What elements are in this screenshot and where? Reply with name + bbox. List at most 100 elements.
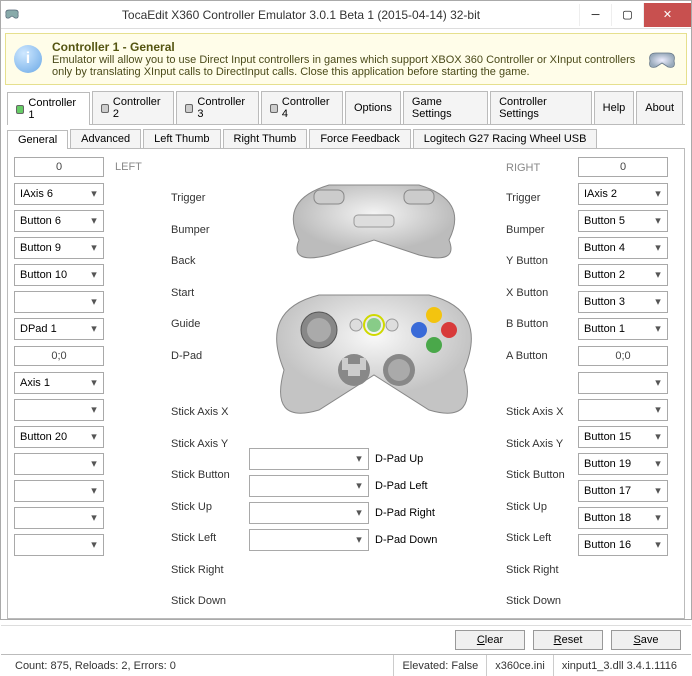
right-trigger-combo[interactable]: IAxis 2▾ [578,183,668,205]
window-title: TocaEdit X360 Controller Emulator 3.0.1 … [23,8,579,22]
sub-tabstrip: General Advanced Left Thumb Right Thumb … [7,129,685,149]
right-axisx-combo[interactable]: ▾ [578,372,668,394]
status-counts: Count: 875, Reloads: 2, Errors: 0 [7,655,393,676]
chevron-down-icon: ▾ [87,241,101,255]
chevron-down-icon: ▾ [87,538,101,552]
left-axisx-combo[interactable]: Axis 1▾ [14,372,104,394]
chevron-down-icon: ▾ [651,511,665,525]
right-labels: RIGHT Trigger Bumper Y Button X Button B… [506,155,576,612]
right-bumper-combo[interactable]: Button 5▾ [578,210,668,232]
reset-button[interactable]: Reset [533,630,603,650]
status-dot-icon [270,104,278,113]
tab-device[interactable]: Logitech G27 Racing Wheel USB [413,129,598,148]
left-header: LEFT [115,161,142,173]
status-dot-icon [101,104,109,113]
tab-controller-4[interactable]: Controller 4 [261,91,344,124]
status-dll: xinput1_3.dll 3.4.1.1116 [553,655,685,676]
chevron-down-icon: ▾ [651,187,665,201]
x-button-combo[interactable]: Button 2▾ [578,264,668,286]
controller-icon [646,47,678,71]
right-stickright-combo[interactable]: Button 18▾ [578,507,668,529]
tab-force-feedback[interactable]: Force Feedback [309,129,410,148]
left-stickleft-combo[interactable]: ▾ [14,480,104,502]
right-header: RIGHT [506,159,576,178]
tab-general[interactable]: General [7,130,68,149]
left-trigger-combo[interactable]: IAxis 6▾ [14,183,104,205]
right-stickdown-combo[interactable]: Button 16▾ [578,534,668,556]
chevron-down-icon: ▾ [352,479,366,493]
dpad-left-combo[interactable]: ▾ [249,475,369,497]
back-combo[interactable]: Button 9▾ [14,237,104,259]
label-sleft-l: Stick Left [171,527,241,548]
dpad-up-combo[interactable]: ▾ [249,448,369,470]
start-combo[interactable]: Button 10▾ [14,264,104,286]
chevron-down-icon: ▾ [651,268,665,282]
label-dpad: D-Pad [171,345,241,366]
app-icon [1,7,23,23]
chevron-down-icon: ▾ [651,295,665,309]
left-bumper-combo[interactable]: Button 6▾ [14,210,104,232]
chevron-down-icon: ▾ [87,187,101,201]
label-sbtn-l: Stick Button [171,465,241,486]
main-tabstrip: Controller 1 Controller 2 Controller 3 C… [7,91,685,125]
left-stickbtn-combo[interactable]: Button 20▾ [14,426,104,448]
chevron-down-icon: ▾ [87,484,101,498]
dpad-combo[interactable]: DPad 1▾ [14,318,104,340]
left-stickdown-combo[interactable]: ▾ [14,534,104,556]
label-trigger-r: Trigger [506,188,576,209]
chevron-down-icon: ▾ [87,376,101,390]
status-ini: x360ce.ini [486,655,553,676]
left-stickright-combo[interactable]: ▾ [14,507,104,529]
chevron-down-icon: ▾ [352,533,366,547]
maximize-button[interactable]: ▢ [611,4,643,26]
minimize-button[interactable]: ─ [579,4,611,26]
label-a-button: A Button [506,345,576,366]
chevron-down-icon: ▾ [352,506,366,520]
controller-front-view-icon [244,270,504,430]
label-axisx-r: Stick Axis X [506,402,576,423]
left-stickup-combo[interactable]: ▾ [14,453,104,475]
label-sleft-r: Stick Left [506,527,576,548]
label-x-button: X Button [506,282,576,303]
controller-diagram: ▾D-Pad Up ▾D-Pad Left ▾D-Pad Right ▾D-Pa… [243,155,504,612]
label-sbtn-r: Stick Button [506,465,576,486]
label-sdown-r: Stick Down [506,590,576,611]
chevron-down-icon: ▾ [651,322,665,336]
close-button[interactable]: ✕ [643,3,691,27]
a-button-combo[interactable]: Button 1▾ [578,318,668,340]
save-button[interactable]: Save [611,630,681,650]
right-stickbtn-combo[interactable]: Button 15▾ [578,426,668,448]
label-start: Start [171,282,241,303]
y-button-combo[interactable]: Button 4▾ [578,237,668,259]
left-axisy-combo[interactable]: ▾ [14,399,104,421]
tab-help[interactable]: Help [594,91,635,124]
chevron-down-icon: ▾ [651,457,665,471]
clear-button[interactable]: Clear [455,630,525,650]
label-sright-r: Stick Right [506,559,576,580]
dpad-mapping: ▾D-Pad Up ▾D-Pad Left ▾D-Pad Right ▾D-Pa… [243,447,504,551]
tab-about[interactable]: About [636,91,683,124]
chevron-down-icon: ▾ [87,511,101,525]
guide-combo[interactable]: ▾ [14,291,104,313]
tab-controller-settings[interactable]: Controller Settings [490,91,592,124]
tab-game-settings[interactable]: Game Settings [403,91,488,124]
right-axisy-combo[interactable]: ▾ [578,399,668,421]
right-stickleft-combo[interactable]: Button 17▾ [578,480,668,502]
chevron-down-icon: ▾ [87,403,101,417]
tab-controller-3[interactable]: Controller 3 [176,91,259,124]
dpad-right-combo[interactable]: ▾ [249,502,369,524]
right-stickup-combo[interactable]: Button 19▾ [578,453,668,475]
right-mapping-column: 0 IAxis 2▾ Button 5▾ Button 4▾ Button 2▾… [578,155,678,612]
tab-left-thumb[interactable]: Left Thumb [143,129,220,148]
tab-advanced[interactable]: Advanced [70,129,141,148]
label-trigger-l: Trigger [171,188,241,209]
tab-controller-1[interactable]: Controller 1 [7,92,90,125]
info-icon: i [14,45,42,73]
tab-controller-2[interactable]: Controller 2 [92,91,175,124]
dpad-down-combo[interactable]: ▾ [249,529,369,551]
chevron-down-icon: ▾ [651,403,665,417]
b-button-combo[interactable]: Button 3▾ [578,291,668,313]
tab-options[interactable]: Options [345,91,401,124]
tab-right-thumb[interactable]: Right Thumb [223,129,308,148]
footer-buttons: Clear Reset Save [1,625,691,654]
